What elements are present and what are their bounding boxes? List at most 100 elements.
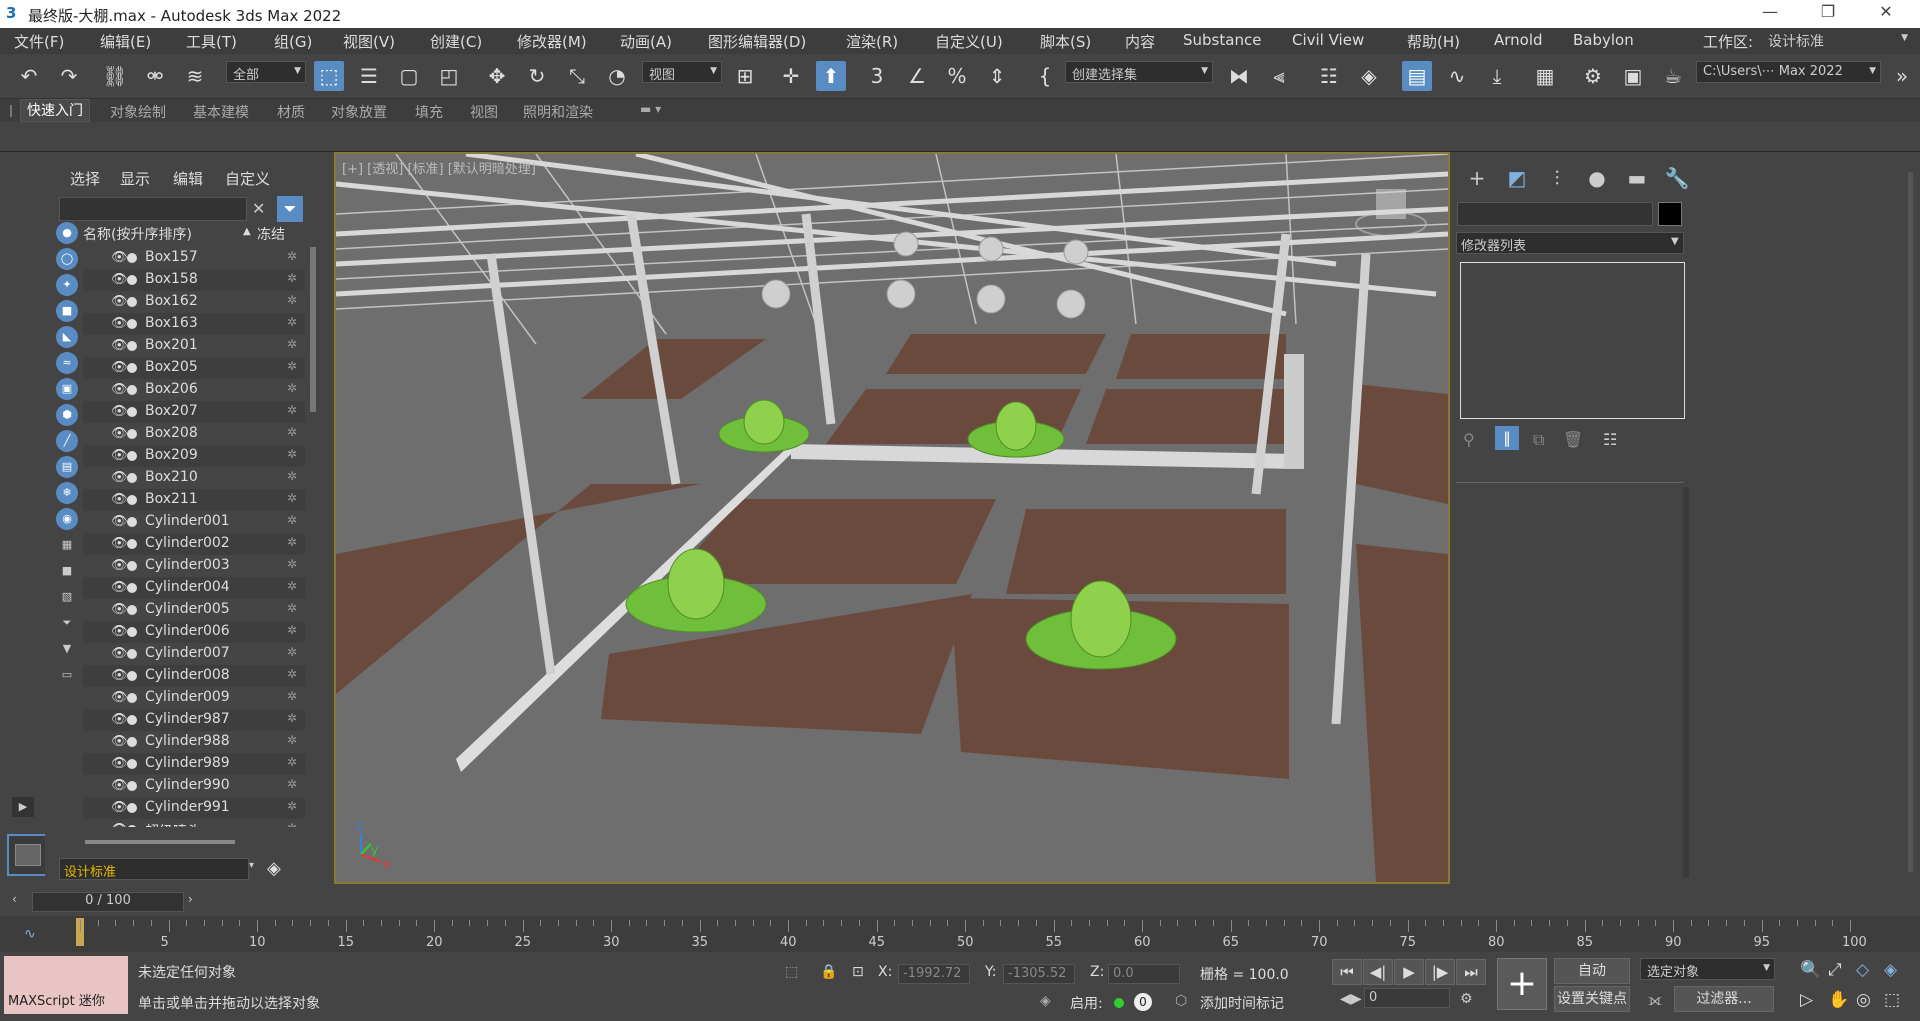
display-tab-icon[interactable]: ▬ xyxy=(1623,164,1651,192)
filter-icon[interactable]: ▼ xyxy=(56,638,78,660)
dope-sheet-icon[interactable]: ⤓ xyxy=(1482,61,1512,91)
visibility-eye-icon[interactable]: 👁 xyxy=(111,294,128,309)
helper-filter-icon[interactable]: ◣ xyxy=(56,326,78,348)
rotate-icon[interactable]: ↻ xyxy=(522,61,552,91)
reference-coord-dropdown[interactable]: 视图 xyxy=(642,61,722,83)
ribbon-tab-lighting[interactable]: 照明和渲染 xyxy=(523,102,593,122)
ribbon-options-icon[interactable]: ▬ ▾ xyxy=(640,102,661,116)
scale-icon[interactable]: ⤡ xyxy=(562,61,592,91)
freeze-toggle-icon[interactable]: ✲ xyxy=(287,293,297,307)
time-slider-frame[interactable]: 0 / 100 xyxy=(32,892,184,912)
visibility-eye-icon[interactable]: 👁 xyxy=(111,536,128,551)
freeze-toggle-icon[interactable]: ✲ xyxy=(287,799,297,813)
viewport-layout-thumb[interactable] xyxy=(7,834,49,876)
create-tab-icon[interactable]: + xyxy=(1463,164,1491,192)
enable-value[interactable]: 0 xyxy=(1134,993,1152,1011)
render-toggle-icon[interactable] xyxy=(127,297,137,307)
render-toggle-icon[interactable] xyxy=(127,627,137,637)
list-item[interactable]: 👁 Box208 ✲ xyxy=(83,423,305,445)
ribbon-tab-view[interactable]: 视图 xyxy=(470,102,498,122)
render-toggle-icon[interactable] xyxy=(127,517,137,527)
light-filter-icon[interactable]: ✦ xyxy=(56,274,78,296)
menu-group[interactable]: 组(G) xyxy=(274,31,312,52)
key-mode-icon[interactable]: ◀▶ xyxy=(1340,991,1362,1007)
list-item[interactable]: 👁 Box209 ✲ xyxy=(83,445,305,467)
render-toggle-icon[interactable] xyxy=(127,451,137,461)
list-item[interactable]: 👁 Box162 ✲ xyxy=(83,291,305,313)
list-item[interactable]: 👁 Cylinder990 ✲ xyxy=(83,775,305,797)
freeze-toggle-icon[interactable]: ✲ xyxy=(287,557,297,571)
x-coord-field[interactable]: -1992.72 xyxy=(898,964,970,984)
spacewarp-filter-icon[interactable]: ≈ xyxy=(56,352,78,374)
restore-icon[interactable]: ❐ xyxy=(1808,2,1848,21)
keyboard-shortcut-icon[interactable]: ⬆ xyxy=(816,61,846,91)
freeze-toggle-icon[interactable]: ✲ xyxy=(287,271,297,285)
freeze-toggle-icon[interactable]: ✲ xyxy=(287,513,297,527)
window-crossing-icon[interactable]: ◰ xyxy=(434,61,464,91)
freeze-toggle-icon[interactable]: ✲ xyxy=(287,689,297,703)
list-item[interactable]: 👁 Cylinder004 ✲ xyxy=(83,577,305,599)
freeze-toggle-icon[interactable]: ✲ xyxy=(287,645,297,659)
menu-civil-view[interactable]: Civil View xyxy=(1292,31,1364,49)
ribbon-tab-populate[interactable]: 填充 xyxy=(415,102,443,122)
explorer-scrollbar[interactable] xyxy=(310,247,316,412)
freeze-toggle-icon[interactable]: ✲ xyxy=(287,447,297,461)
visibility-eye-icon[interactable]: 👁 xyxy=(111,646,128,661)
funnel-icon[interactable]: ⏷ xyxy=(56,612,78,634)
freeze-toggle-icon[interactable]: ✲ xyxy=(287,249,297,263)
key-tangent-icon[interactable]: ⟗ xyxy=(1648,990,1662,1010)
move-icon[interactable]: ✥ xyxy=(482,61,512,91)
visibility-eye-icon[interactable]: 👁 xyxy=(111,470,128,485)
object-name-input[interactable] xyxy=(1457,202,1653,226)
render-toggle-icon[interactable] xyxy=(127,385,137,395)
key-filters-button[interactable]: 过滤器... xyxy=(1674,986,1774,1012)
modifier-stack[interactable] xyxy=(1460,262,1685,419)
visibility-eye-icon[interactable]: 👁 xyxy=(111,734,128,749)
layer-explorer-icon[interactable]: ◈ xyxy=(1354,61,1384,91)
freeze-toggle-icon[interactable]: ✲ xyxy=(287,623,297,637)
visibility-eye-icon[interactable]: 👁 xyxy=(111,712,128,727)
next-frame-icon[interactable]: |▶ xyxy=(1425,959,1455,985)
zoom-all-icon[interactable]: ⤢ xyxy=(1828,960,1842,980)
render-toggle-icon[interactable] xyxy=(127,649,137,659)
visibility-eye-icon[interactable]: 👁 xyxy=(111,404,128,419)
visibility-eye-icon[interactable]: 👁 xyxy=(111,558,128,573)
render-toggle-icon[interactable] xyxy=(127,605,137,615)
select-by-name-icon[interactable]: ☰ xyxy=(354,61,384,91)
align-icon[interactable]: ⫷ xyxy=(1264,61,1294,91)
explorer-filter-icon[interactable]: ⏷ xyxy=(277,196,303,222)
list-item[interactable]: 👁 Cylinder009 ✲ xyxy=(83,687,305,709)
bind-spacewarp-icon[interactable]: ≋ xyxy=(180,61,210,91)
visibility-eye-icon[interactable]: 👁 xyxy=(111,382,128,397)
freeze-toggle-icon[interactable]: ✲ xyxy=(287,777,297,791)
menu-rendering[interactable]: 渲染(R) xyxy=(846,31,898,52)
minimize-icon[interactable]: — xyxy=(1750,2,1790,21)
key-filter-dropdown[interactable]: 选定对象 xyxy=(1640,958,1775,980)
hierarchy-tab-icon[interactable]: ⫶ xyxy=(1543,164,1571,192)
visibility-eye-icon[interactable]: 👁 xyxy=(111,580,128,595)
menu-tools[interactable]: 工具(T) xyxy=(186,31,237,52)
maxscript-listener[interactable]: MAXScript 迷你 xyxy=(4,956,128,1014)
visibility-eye-icon[interactable]: 👁 xyxy=(111,272,128,287)
visibility-eye-icon[interactable]: 👁 xyxy=(111,250,128,265)
isolate-icon[interactable]: ⬚ xyxy=(785,964,798,980)
ribbon-tab-materials[interactable]: 材质 xyxy=(277,102,305,122)
show-end-result-icon[interactable]: ‖ xyxy=(1495,426,1519,450)
freeze-toggle-icon[interactable]: ✲ xyxy=(287,359,297,373)
freeze-toggle-icon[interactable]: ✲ xyxy=(287,733,297,747)
make-unique-icon[interactable]: ⧉ xyxy=(1533,430,1544,450)
explorer-h-scrollbar[interactable] xyxy=(85,840,235,844)
freeze-toggle-icon[interactable]: ✲ xyxy=(287,403,297,417)
modifier-list-dropdown[interactable]: 修改器列表 xyxy=(1456,232,1684,254)
render-toggle-icon[interactable] xyxy=(127,341,137,351)
spinner-snap-icon[interactable]: ⇕ xyxy=(982,61,1012,91)
visibility-eye-icon[interactable]: 👁 xyxy=(111,690,128,705)
explorer-search-input[interactable] xyxy=(59,197,247,221)
list-item[interactable]: 👁 Box158 ✲ xyxy=(83,269,305,291)
time-tag-icon[interactable]: ⬡ xyxy=(1175,993,1187,1009)
xref-filter-icon[interactable]: ⬢ xyxy=(56,404,78,426)
project-path-dropdown[interactable]: C:\Users\⋯ Max 2022 xyxy=(1696,61,1881,83)
container-filter-icon[interactable]: ▤ xyxy=(56,456,78,478)
menu-file[interactable]: 文件(F) xyxy=(14,31,64,52)
zoom-icon[interactable]: 🔍 xyxy=(1800,960,1821,980)
